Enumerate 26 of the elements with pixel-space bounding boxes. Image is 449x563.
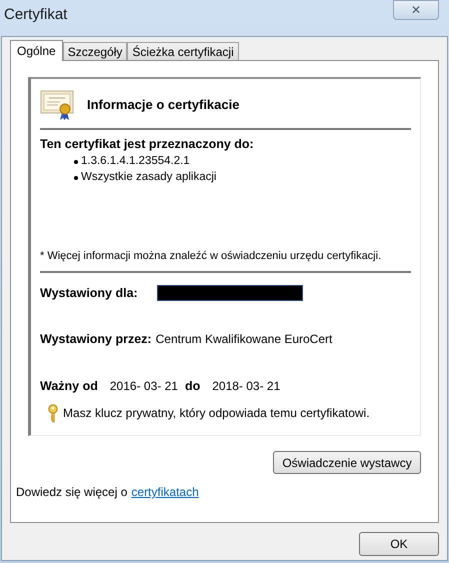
certificates-link[interactable]: certyfikatach (131, 484, 199, 500)
key-icon (48, 404, 58, 422)
certificate-icon (40, 90, 74, 120)
bullet-icon (74, 176, 78, 180)
info-text: Dowiedz się więcej o (16, 484, 128, 500)
field-value: 2018- 03- 21 (212, 378, 280, 395)
field-label: Wystawiony przez: (40, 330, 152, 348)
tab[interactable]: Ścieżka certyfikacji (127, 42, 239, 60)
close-button[interactable]: ✕ (393, 0, 439, 20)
purpose-item: Wszystkie zasady aplikacji (81, 170, 216, 185)
bullet-icon (74, 160, 78, 164)
issuer-statement-button[interactable]: Oświadczenie wystawcy (273, 451, 421, 474)
field-label: Wystawiony dla: (40, 284, 138, 302)
ok-button[interactable]: OK (359, 532, 439, 556)
field-value: Centrum Kwalifikowane EuroCert (156, 331, 332, 348)
purpose-title: Ten certyfikat jest przeznaczony do: (40, 136, 255, 152)
tab[interactable]: Szczegóły (62, 42, 128, 60)
section-heading: Informacje o certyfikacie (87, 96, 240, 114)
purpose-item: 1.3.6.1.4.1.23554.2.1 (81, 154, 190, 169)
private-key-note: Masz klucz prywatny, który odpowiada temu certyfikatowi. (63, 405, 370, 422)
window-title: Certyfikat (4, 5, 68, 25)
field-label: do (184, 378, 200, 395)
tab[interactable]: Ogólne (10, 40, 63, 61)
field-label: Ważny od (40, 378, 98, 395)
footnote-text: * Więcej informacji można znaleźć w oświadczeniu urzędu certyfikacji. (40, 249, 382, 264)
field-value: 2016- 03- 21 (110, 378, 178, 395)
